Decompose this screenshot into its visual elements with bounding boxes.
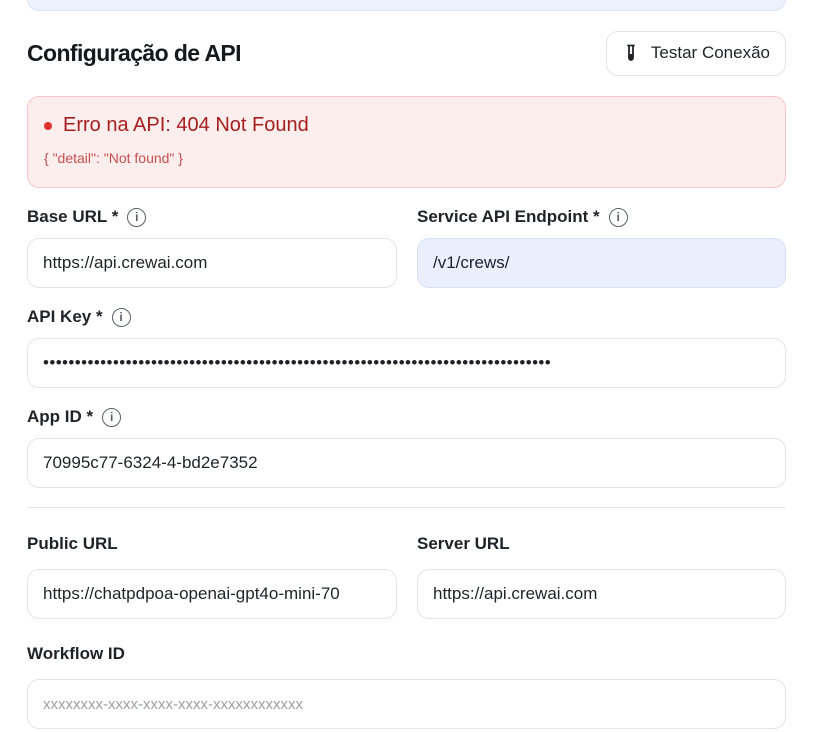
public-url-value: https://chatpdpoa-openai-gpt4o-mini-70: [43, 584, 340, 603]
test-tube-icon: [625, 44, 637, 62]
public-url-label: Public URL: [27, 534, 118, 554]
error-title: Erro na API: 404 Not Found: [63, 114, 309, 136]
base-url-value: https://api.crewai.com: [43, 253, 208, 272]
server-url-label-text: Server URL: [417, 534, 510, 553]
previous-panel-edge: [27, 0, 786, 11]
error-dot-icon: [44, 121, 52, 130]
app-id-label-text: App ID *: [27, 407, 94, 426]
service-endpoint-label: Service API Endpoint * i: [417, 207, 628, 227]
test-connection-button[interactable]: Testar Conexão: [605, 30, 786, 76]
workflow-id-input[interactable]: xxxxxxxx-xxxx-xxxx-xxxx-xxxxxxxxxxxx: [27, 679, 786, 729]
public-url-label-text: Public URL: [27, 534, 118, 553]
error-detail: { "detail": "Not found" }: [44, 150, 183, 166]
app-id-input[interactable]: 70995c77-6324-4-bd2e7352: [27, 438, 786, 488]
public-url-input[interactable]: https://chatpdpoa-openai-gpt4o-mini-70: [27, 569, 397, 619]
api-config-header: Configuração de API Testar Conexão: [27, 30, 786, 76]
api-key-value: ••••••••••••••••••••••••••••••••••••••••…: [43, 353, 552, 372]
service-endpoint-input[interactable]: /v1/crews/: [417, 238, 786, 288]
base-url-label-text: Base URL *: [27, 207, 119, 226]
service-endpoint-label-text: Service API Endpoint *: [417, 207, 600, 226]
error-alert: Erro na API: 404 Not Found { "detail": "…: [27, 96, 786, 188]
api-key-label-text: API Key *: [27, 307, 103, 326]
api-key-input[interactable]: ••••••••••••••••••••••••••••••••••••••••…: [27, 338, 786, 388]
page-title: Configuração de API: [27, 39, 242, 66]
base-url-label: Base URL * i: [27, 207, 147, 227]
app-id-value: 70995c77-6324-4-bd2e7352: [43, 453, 258, 472]
info-icon[interactable]: i: [111, 307, 131, 327]
workflow-id-placeholder: xxxxxxxx-xxxx-xxxx-xxxx-xxxxxxxxxxxx: [43, 695, 303, 713]
workflow-id-label-text: Workflow ID: [27, 644, 125, 663]
info-icon[interactable]: i: [608, 207, 628, 227]
service-endpoint-value: /v1/crews/: [433, 253, 510, 272]
test-connection-label: Testar Conexão: [650, 43, 770, 62]
server-url-label: Server URL: [417, 534, 510, 554]
workflow-id-label: Workflow ID: [27, 644, 125, 664]
api-key-label: API Key * i: [27, 307, 131, 327]
info-icon[interactable]: i: [102, 407, 122, 427]
base-url-input[interactable]: https://api.crewai.com: [27, 238, 397, 288]
info-icon[interactable]: i: [127, 207, 147, 227]
server-url-input[interactable]: https://api.crewai.com: [417, 569, 786, 619]
app-id-label: App ID * i: [27, 407, 122, 427]
section-divider: [27, 507, 786, 508]
server-url-value: https://api.crewai.com: [433, 584, 598, 603]
